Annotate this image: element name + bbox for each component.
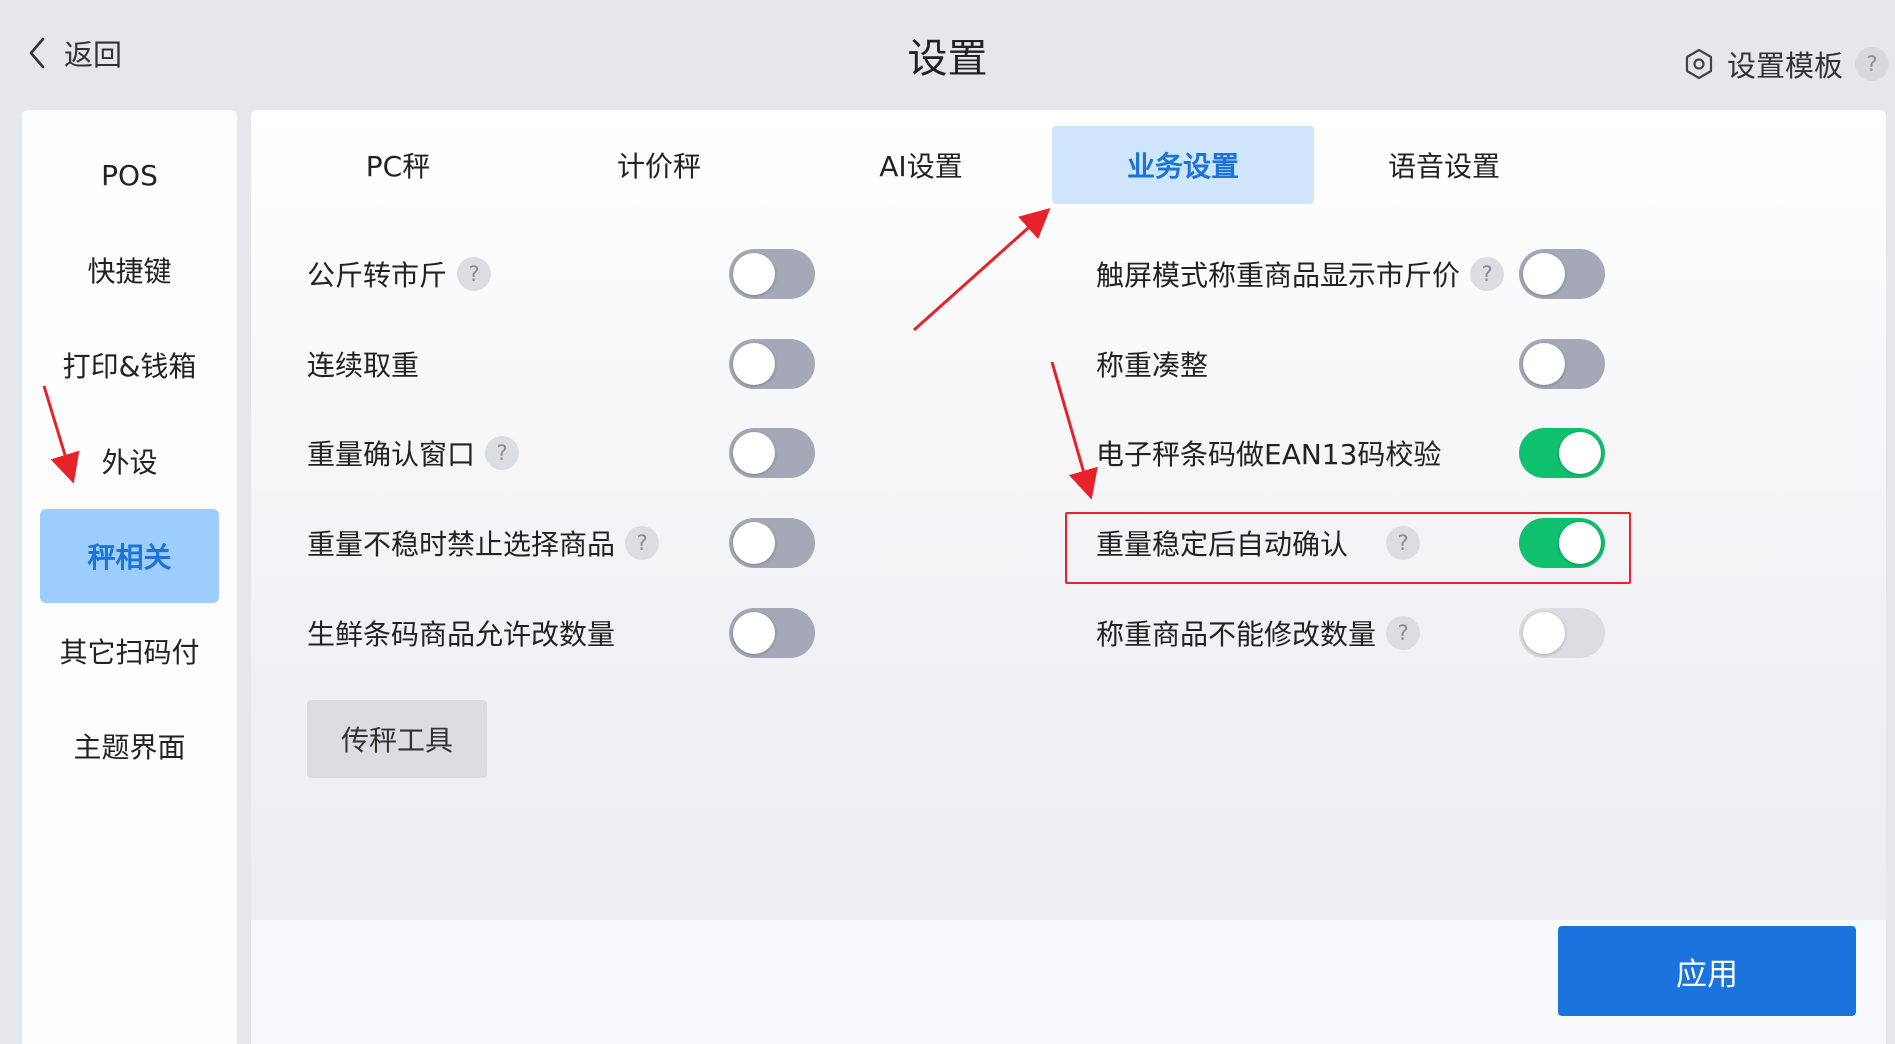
touch-jin-price-toggle[interactable] xyxy=(1519,249,1605,299)
setting-touch-jin-price: 触屏模式称重商品显示市斤价 ? xyxy=(1096,249,1505,299)
footer-bar: 应用 xyxy=(251,920,1886,1044)
tab-ai-settings[interactable]: AI设置 xyxy=(790,126,1052,204)
tab-price-scale[interactable]: 计价秤 xyxy=(528,126,790,204)
setting-weighed-qty-locked: 称重商品不能修改数量 ? xyxy=(1096,608,1421,658)
hexagon-settings-icon xyxy=(1685,48,1713,80)
help-icon[interactable]: ? xyxy=(1470,257,1505,291)
weigh-rounding-toggle[interactable] xyxy=(1519,339,1605,389)
setting-label: 重量不稳时禁止选择商品 xyxy=(307,528,616,561)
tab-pc-scale[interactable]: PC秤 xyxy=(267,126,529,204)
setting-ean13-check: 电子秤条码做EAN13码校验 xyxy=(1096,428,1441,478)
setting-label: 触屏模式称重商品显示市斤价 xyxy=(1096,259,1461,292)
setting-kg-to-jin: 公斤转市斤 ? xyxy=(307,249,492,299)
setting-fresh-barcode-qty: 生鲜条码商品允许改数量 xyxy=(307,608,615,658)
sidebar-item-other-scan-pay[interactable]: 其它扫码付 xyxy=(40,604,219,698)
page-title: 设置 xyxy=(907,36,988,82)
setting-weight-confirm-window: 重量确认窗口 ? xyxy=(307,428,520,478)
setting-label: 重量确认窗口 xyxy=(307,438,476,471)
help-icon[interactable]: ? xyxy=(1855,47,1889,81)
setting-label: 称重凑整 xyxy=(1096,349,1209,382)
settings-panel: PC秤 计价秤 AI设置 业务设置 语音设置 公斤转市斤 ? 连续取重 重量确认… xyxy=(251,110,1886,1044)
sidebar-item-shortcuts[interactable]: 快捷键 xyxy=(40,223,219,317)
settings-template-button[interactable]: 设置模板 ? xyxy=(1683,42,1889,86)
help-icon[interactable]: ? xyxy=(1386,526,1421,560)
setting-unstable-weight-block: 重量不稳时禁止选择商品 ? xyxy=(307,518,660,568)
help-icon[interactable]: ? xyxy=(625,526,660,560)
fresh-barcode-qty-toggle[interactable] xyxy=(729,608,815,658)
setting-label: 称重商品不能修改数量 xyxy=(1096,618,1377,651)
continuous-weigh-toggle[interactable] xyxy=(729,339,815,389)
setting-label: 生鲜条码商品允许改数量 xyxy=(307,618,616,651)
apply-button[interactable]: 应用 xyxy=(1558,926,1856,1016)
sidebar-item-scale[interactable]: 秤相关 xyxy=(40,509,219,603)
ean13-check-toggle[interactable] xyxy=(1519,428,1605,478)
sidebar-item-peripherals[interactable]: 外设 xyxy=(40,414,219,508)
help-icon[interactable]: ? xyxy=(1386,616,1421,650)
setting-continuous-weigh: 连续取重 xyxy=(307,339,419,389)
setting-weigh-rounding: 称重凑整 xyxy=(1096,339,1208,389)
header: 返回 设置 设置模板 ? xyxy=(0,0,1895,108)
help-icon[interactable]: ? xyxy=(457,257,492,291)
tab-voice-settings[interactable]: 语音设置 xyxy=(1313,126,1575,204)
setting-label: 电子秤条码做EAN13码校验 xyxy=(1096,438,1442,471)
weight-confirm-window-toggle[interactable] xyxy=(729,428,815,478)
kg-to-jin-toggle[interactable] xyxy=(729,249,815,299)
settings-template-label: 设置模板 xyxy=(1726,49,1843,83)
auto-confirm-stable-toggle[interactable] xyxy=(1519,518,1605,568)
tab-business-settings[interactable]: 业务设置 xyxy=(1052,126,1314,204)
sidebar: POS 快捷键 打印&钱箱 外设 秤相关 其它扫码付 主题界面 xyxy=(22,110,237,1044)
scale-transfer-tool-button[interactable]: 传秤工具 xyxy=(307,700,487,778)
sidebar-item-theme[interactable]: 主题界面 xyxy=(40,699,219,793)
sidebar-item-pos[interactable]: POS xyxy=(40,128,219,222)
setting-label: 重量稳定后自动确认 xyxy=(1096,528,1349,561)
setting-label: 连续取重 xyxy=(307,349,420,382)
weighed-qty-locked-toggle xyxy=(1519,608,1605,658)
setting-label: 公斤转市斤 xyxy=(307,259,448,292)
sidebar-item-print-cashbox[interactable]: 打印&钱箱 xyxy=(40,318,219,412)
setting-auto-confirm-stable: 重量稳定后自动确认 ? xyxy=(1096,518,1421,568)
help-icon[interactable]: ? xyxy=(485,436,520,470)
unstable-weight-block-toggle[interactable] xyxy=(729,518,815,568)
